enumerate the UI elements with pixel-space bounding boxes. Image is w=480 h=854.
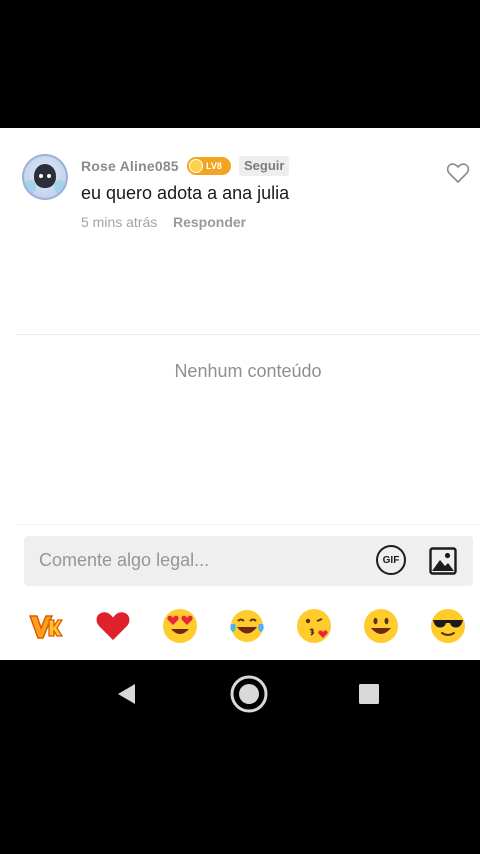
reply-button[interactable]: Responder	[173, 214, 246, 230]
gif-button[interactable]: GIF	[376, 545, 406, 575]
level-badge: LV8	[187, 157, 231, 175]
comments-sheet: Rose Aline085 LV8 Seguir eu quero adota …	[0, 128, 480, 660]
vk-sticker-icon[interactable]	[27, 608, 63, 644]
sunglasses-icon[interactable]	[430, 608, 466, 644]
comment-input-placeholder: Comente algo legal...	[39, 550, 210, 570]
comment-input[interactable]: Comente algo legal... GIF	[24, 536, 473, 586]
image-icon	[429, 547, 457, 575]
home-circle-icon	[230, 675, 268, 713]
level-label: LV8	[206, 161, 222, 171]
avatar[interactable]	[22, 154, 68, 200]
nav-back-button[interactable]	[115, 682, 139, 706]
tears-of-joy-icon[interactable]	[229, 608, 265, 644]
comment-timestamp: 5 mins atrás	[81, 214, 158, 230]
divider	[16, 524, 480, 525]
comment-text: eu quero adota a ana julia	[81, 183, 290, 203]
blowing-kiss-icon[interactable]	[296, 608, 332, 644]
like-button[interactable]	[446, 162, 470, 184]
nav-recents-button[interactable]	[358, 683, 380, 705]
nav-home-button[interactable]	[229, 674, 269, 714]
gif-label: GIF	[382, 554, 400, 566]
medal-icon	[189, 159, 203, 173]
image-picker-button[interactable]	[428, 546, 458, 576]
system-nav-bar	[0, 660, 480, 854]
recents-square-icon	[359, 684, 379, 704]
heart-eyes-icon[interactable]	[162, 608, 198, 644]
comment-username[interactable]: Rose Aline085	[81, 158, 179, 174]
heart-outline-icon	[446, 163, 470, 183]
divider	[16, 334, 480, 335]
empty-state-text: Nenhum conteúdo	[174, 361, 322, 381]
comment-item: Rose Aline085 LV8 Seguir eu quero adota …	[0, 128, 480, 333]
smiley-icon[interactable]	[363, 608, 399, 644]
status-area	[0, 0, 480, 128]
emoji-bar	[0, 598, 480, 654]
back-triangle-icon	[118, 684, 135, 704]
follow-button[interactable]: Seguir	[239, 156, 290, 176]
red-heart-icon[interactable]	[95, 608, 131, 644]
